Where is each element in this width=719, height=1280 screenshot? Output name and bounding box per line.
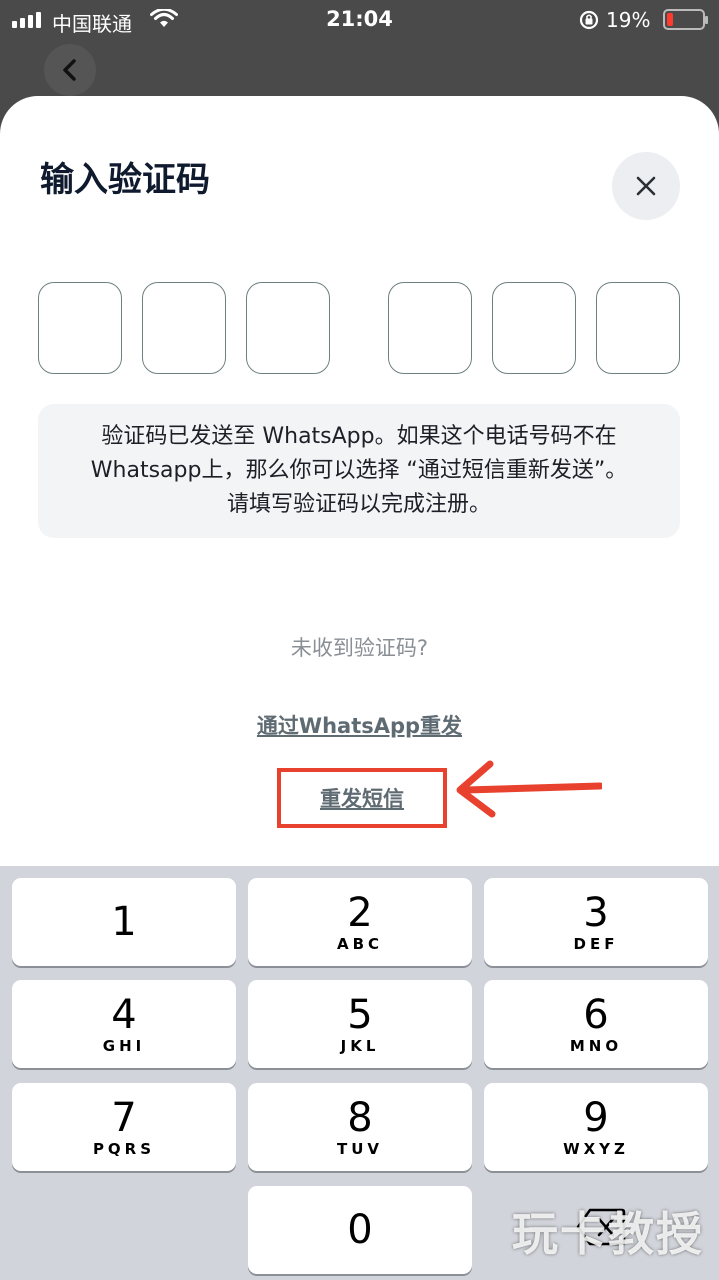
code-input-3[interactable] [246,282,330,374]
key-digit: 9 [583,1095,609,1141]
key-letters: WXYZ [563,1140,629,1158]
key-digit: 6 [583,992,609,1038]
key-letters: JKL [340,1037,380,1055]
code-input-6[interactable] [596,282,680,374]
key-6[interactable]: 6 MNO [484,980,708,1068]
key-letters: GHI [102,1037,146,1055]
code-input-4[interactable] [388,282,472,374]
key-letters: ABC [336,935,384,953]
key-digit: 4 [111,992,137,1038]
arrow-annotation-icon [456,760,602,818]
close-button[interactable] [612,152,680,220]
battery-icon [663,9,708,30]
key-letters: TUV [336,1140,384,1158]
key-digit: 5 [347,992,373,1038]
key-3[interactable]: 3 DEF [484,878,708,966]
key-letters: DEF [573,935,619,953]
battery-level [667,13,673,26]
key-1[interactable]: 1 [12,878,236,966]
back-button[interactable] [44,44,96,96]
info-line-1: 验证码已发送至 WhatsApp。如果这个电话号码不在 [101,424,617,449]
key-5[interactable]: 5 JKL [248,980,472,1068]
watermark: 玩卡教授 [512,1207,704,1261]
key-2[interactable]: 2 ABC [248,878,472,966]
key-letters: MNO [569,1037,623,1055]
resend-sms-link[interactable]: 重发短信 [320,783,404,813]
key-9[interactable]: 9 WXYZ [484,1083,708,1171]
key-7[interactable]: 7 PQRS [12,1083,236,1171]
chevron-left-icon [63,59,76,81]
code-input-5[interactable] [492,282,576,374]
highlight-box: 重发短信 [277,768,447,828]
code-input-1[interactable] [38,282,122,374]
info-line-3: 请填写验证码以完成注册。 [226,492,491,517]
info-message: 验证码已发送至 WhatsApp。如果这个电话号码不在 Whatsapp上，那么… [38,404,680,538]
key-digit: 2 [347,890,373,936]
code-input-2[interactable] [142,282,226,374]
key-letters: PQRS [92,1140,156,1158]
status-bar: 中国联通 21:04 19% [0,0,719,40]
key-digit: 1 [111,899,137,945]
key-digit: 3 [583,890,609,936]
info-line-2: Whatsapp上，那么你可以选择 “通过短信重新发送”。 [90,458,628,483]
no-code-label: 未收到验证码? [290,636,429,660]
key-8[interactable]: 8 TUV [248,1083,472,1171]
key-0[interactable]: 0 [248,1186,472,1274]
key-4[interactable]: 4 GHI [12,980,236,1068]
resend-whatsapp-link[interactable]: 通过WhatsApp重发 [0,710,719,740]
verification-sheet: 输入验证码 验证码已发送至 WhatsApp。如果这个电话号码不在 Whatsa… [0,96,719,866]
page-title: 输入验证码 [40,160,210,200]
key-digit: 8 [347,1095,373,1141]
close-icon [636,176,656,196]
key-digit: 7 [111,1095,137,1141]
key-digit: 0 [347,1207,373,1253]
rotation-lock-icon [579,10,599,30]
battery-percent: 19% [606,8,651,32]
